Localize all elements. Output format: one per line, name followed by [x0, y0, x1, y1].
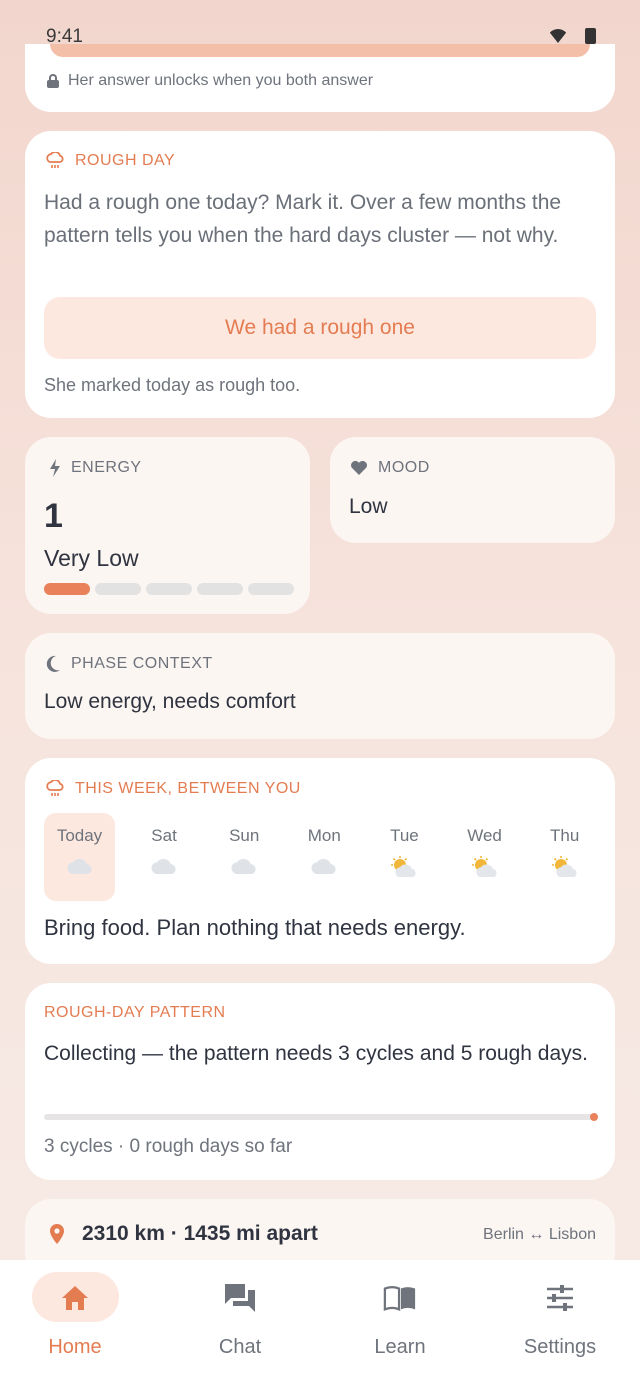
day-name: Tue: [390, 826, 419, 845]
nav-learn-label: Learn: [374, 1336, 426, 1358]
energy-segment: [44, 583, 90, 595]
nav-chat[interactable]: Chat: [160, 1260, 320, 1390]
energy-segment: [197, 583, 243, 595]
sun-behind-cloud-icon: [470, 856, 500, 883]
nav-home[interactable]: Home: [0, 1260, 160, 1390]
day-name: Thu: [550, 826, 580, 845]
week-advice: Bring food. Plan nothing that needs ener…: [44, 915, 466, 940]
day-item[interactable]: Today: [44, 813, 115, 901]
day-name: Wed: [467, 826, 502, 845]
rough-day-note: She marked today as rough too.: [44, 375, 301, 395]
rough-day-card: ROUGH DAY Had a rough one today? Mark it…: [25, 131, 615, 418]
nav-learn[interactable]: Learn: [320, 1260, 480, 1390]
cloud-icon: [65, 856, 95, 881]
nav-home-label: Home: [48, 1336, 102, 1358]
book-icon: [383, 1282, 417, 1314]
mark-rough-day-button[interactable]: We had a rough one: [44, 297, 596, 359]
heart-icon: [351, 460, 367, 475]
day-item[interactable]: Sat: [124, 813, 204, 901]
cloud-icon: [149, 856, 179, 881]
pattern-label: ROUGH-DAY PATTERN: [44, 1004, 226, 1021]
week-label: THIS WEEK, BETWEEN YOU: [75, 780, 301, 797]
home-icon: [58, 1282, 92, 1314]
energy-card: ENERGY 1 Very Low: [25, 437, 310, 614]
distance-cities: Berlin ↔ Lisbon: [483, 1226, 596, 1243]
mood-value: Low: [349, 495, 388, 518]
energy-label: ENERGY: [71, 459, 142, 476]
day-name: Sat: [151, 826, 177, 845]
energy-level: Very Low: [44, 545, 139, 571]
rough-day-pattern-card: ROUGH-DAY PATTERN Collecting — the patte…: [25, 983, 615, 1180]
cloud-icon: [229, 856, 259, 881]
mood-label: MOOD: [378, 459, 430, 476]
pattern-note: 3 cycles · 0 rough days so far: [44, 1136, 293, 1157]
rough-day-body: Had a rough one today? Mark it. Over a f…: [44, 191, 562, 247]
day-name: Today: [56, 826, 103, 845]
phase-label: PHASE CONTEXT: [71, 655, 213, 672]
answer-bar: [50, 44, 590, 57]
day-item[interactable]: Tue: [364, 813, 444, 901]
week-forecast-card: THIS WEEK, BETWEEN YOU Today Sat Sun Mon Tue…: [25, 758, 615, 964]
energy-segment: [95, 583, 141, 595]
energy-segment: [146, 583, 192, 595]
day-name: Mon: [307, 826, 341, 845]
day-name: Sun: [229, 826, 260, 845]
mood-card: MOOD Low: [330, 437, 615, 543]
cloud-rain-icon: [46, 152, 64, 168]
bolt-icon: [50, 459, 60, 477]
lock-text: Her answer unlocks when you both answer: [68, 72, 374, 89]
pattern-status: Collecting — the pattern needs 3 cycles …: [44, 1042, 588, 1065]
day-item[interactable]: Mon: [284, 813, 364, 901]
nav-settings-label: Settings: [523, 1336, 597, 1358]
location-pin-icon: [50, 1224, 64, 1244]
moon-icon: [46, 655, 60, 672]
wifi-icon: [547, 29, 569, 43]
sun-behind-cloud-icon: [389, 856, 419, 883]
sun-behind-cloud-icon: [550, 856, 580, 883]
rough-day-label: ROUGH DAY: [75, 152, 176, 169]
sliders-icon: [543, 1282, 577, 1314]
pattern-progress: [44, 1113, 598, 1121]
day-strip: Today Sat Sun Mon Tue Wed Thu: [44, 813, 605, 901]
phase-value: Low energy, needs comfort: [44, 690, 296, 713]
energy-meter: [44, 583, 294, 595]
battery-icon: [585, 28, 596, 44]
cloud-rain-icon: [46, 780, 64, 796]
energy-value: 1: [44, 497, 63, 535]
bottom-nav: Home Chat Learn Settings: [0, 1260, 640, 1390]
energy-segment: [248, 583, 294, 595]
chat-icon: [223, 1282, 257, 1314]
pattern-progress-fill: [44, 1113, 598, 1121]
status-bar: 9:41: [0, 0, 640, 47]
day-item[interactable]: Sun: [204, 813, 284, 901]
lock-icon: [47, 74, 59, 88]
day-item[interactable]: Wed: [445, 813, 525, 901]
phase-context-card: PHASE CONTEXT Low energy, needs comfort: [25, 633, 615, 739]
nav-settings[interactable]: Settings: [480, 1260, 640, 1390]
nav-chat-label: Chat: [218, 1336, 262, 1358]
distance-value: 2310 km · 1435 mi apart: [82, 1222, 318, 1245]
day-item[interactable]: Thu: [525, 813, 605, 901]
partner-answer-card: Her answer unlocks when you both answer: [25, 44, 615, 112]
cloud-icon: [309, 856, 339, 881]
